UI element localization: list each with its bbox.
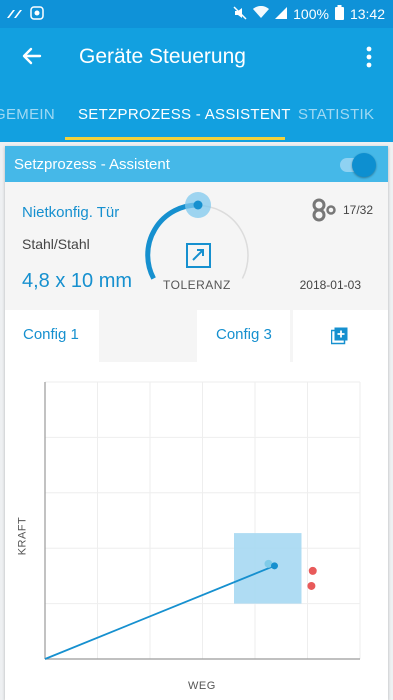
mute-icon: [233, 5, 247, 23]
toggle-knob: [352, 153, 376, 177]
outlier-point: [308, 566, 317, 575]
dimension-value: 4,8 x 10 mm: [22, 270, 133, 292]
back-button[interactable]: [18, 42, 46, 70]
endpoint-marker: [271, 562, 278, 570]
material-label: Stahl/Stahl: [22, 236, 90, 252]
battery-icon: [334, 5, 344, 23]
tab-statistik[interactable]: STATISTIK: [298, 106, 374, 123]
gauge-handle: [193, 200, 203, 210]
chart-plot: [44, 381, 361, 660]
library-add-icon: [331, 327, 348, 345]
x-axis-label: WEG: [188, 680, 216, 692]
tab-bar: GEMEIN SETZPROZESS - ASSISTENT STATISTIK: [0, 86, 393, 142]
gears-icon: [312, 198, 336, 222]
card-header: Setzprozess - Assistent: [5, 146, 388, 182]
tab-setzprozess-assistent[interactable]: SETZPROZESS - ASSISTENT: [78, 106, 291, 123]
counter: 17/32: [311, 198, 373, 222]
wifi-icon: [253, 5, 270, 22]
overflow-menu-button[interactable]: [359, 44, 379, 70]
y-axis-label: KRAFT: [16, 516, 29, 556]
config-3-button[interactable]: Config 3: [197, 310, 290, 362]
config-3-label: Config 3: [216, 326, 272, 343]
app-bar: Geräte Steuerung: [0, 28, 393, 86]
config-bar: Config 1 Config 3: [5, 310, 388, 362]
outlier-point: [307, 581, 316, 590]
arrow-left-icon: [22, 47, 42, 65]
assistant-card: Setzprozess - Assistent Nietkonfig. Tür …: [5, 146, 388, 700]
battery-percent: 100%: [293, 6, 329, 22]
notification-icon: [30, 6, 44, 23]
tolerance-label: TOLERANZ: [163, 278, 231, 292]
tab-indicator: [65, 137, 285, 140]
more-vert-icon: [366, 46, 372, 68]
assistant-toggle[interactable]: [338, 153, 376, 177]
info-panel: Nietkonfig. Tür Stahl/Stahl 4,8 x 10 mm …: [5, 182, 388, 310]
config-1-button[interactable]: Config 1: [5, 310, 99, 362]
clock: 13:42: [349, 6, 385, 22]
add-config-button[interactable]: [293, 310, 388, 362]
status-bar: 100% 13:42: [0, 0, 393, 28]
tab-allgemein[interactable]: GEMEIN: [0, 106, 55, 123]
part-name: Nietkonfig. Tür: [22, 204, 120, 221]
config-1-label: Config 1: [23, 326, 79, 343]
cell-signal-icon: [275, 6, 288, 22]
signal-icon: [6, 7, 24, 23]
app-title: Geräte Steuerung: [79, 45, 246, 68]
card-title: Setzprozess - Assistent: [14, 156, 170, 173]
date-value: 2018-01-03: [299, 278, 361, 292]
series-line: [44, 564, 275, 660]
force-path-chart: WEG KRAFT: [5, 362, 388, 700]
expand-icon: [186, 243, 211, 268]
counter-value: 17/32: [342, 203, 373, 217]
